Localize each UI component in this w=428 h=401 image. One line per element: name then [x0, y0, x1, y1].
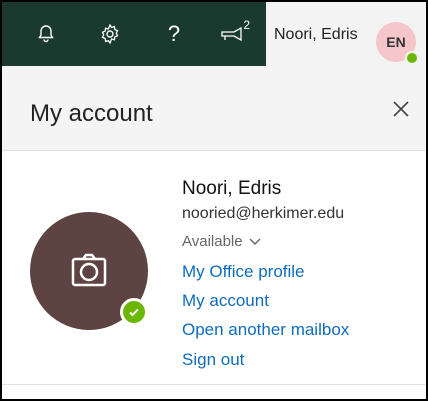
account-name: Noori, Edris [274, 26, 358, 43]
close-icon[interactable] [390, 98, 412, 120]
presence-indicator [405, 51, 419, 65]
open-another-mailbox-link[interactable]: Open another mailbox [182, 320, 349, 340]
camera-icon [71, 253, 107, 287]
status-label: Available [182, 233, 243, 250]
avatar: EN [376, 22, 419, 65]
help-button[interactable]: ? [154, 14, 194, 54]
top-bar: ? 2 Noori, Edris EN [2, 2, 426, 66]
panel-title: My account [30, 100, 153, 127]
help-icon: ? [167, 21, 181, 46]
chevron-down-icon [249, 238, 261, 245]
presence-status-icon [120, 298, 148, 326]
divider [2, 150, 426, 151]
settings-button[interactable] [90, 14, 130, 54]
notifications-button[interactable] [26, 14, 66, 54]
avatar-initials: EN [386, 34, 406, 50]
status-dropdown[interactable]: Available [182, 233, 261, 250]
panel-header: My account [2, 66, 426, 150]
account-window: ? 2 Noori, Edris EN My account Noori, Ed… [0, 0, 428, 401]
feedback-count-badge: 2 [243, 18, 250, 32]
divider [2, 384, 426, 385]
sign-out-link[interactable]: Sign out [182, 350, 244, 370]
check-icon [129, 308, 139, 317]
user-name: Noori, Edris [182, 178, 282, 199]
user-email: nooried@herkimer.edu [182, 205, 345, 222]
account-manager-button[interactable]: Noori, Edris EN [266, 2, 426, 66]
my-account-link[interactable]: My account [182, 291, 269, 311]
feedback-button[interactable]: 2 [212, 14, 252, 54]
feedback-icon [221, 26, 242, 42]
bell-icon [38, 25, 54, 43]
my-office-profile-link[interactable]: My Office profile [182, 262, 305, 282]
gear-icon [101, 23, 119, 45]
account-panel: My account Noori, Edris nooried@herkimer… [2, 66, 426, 399]
